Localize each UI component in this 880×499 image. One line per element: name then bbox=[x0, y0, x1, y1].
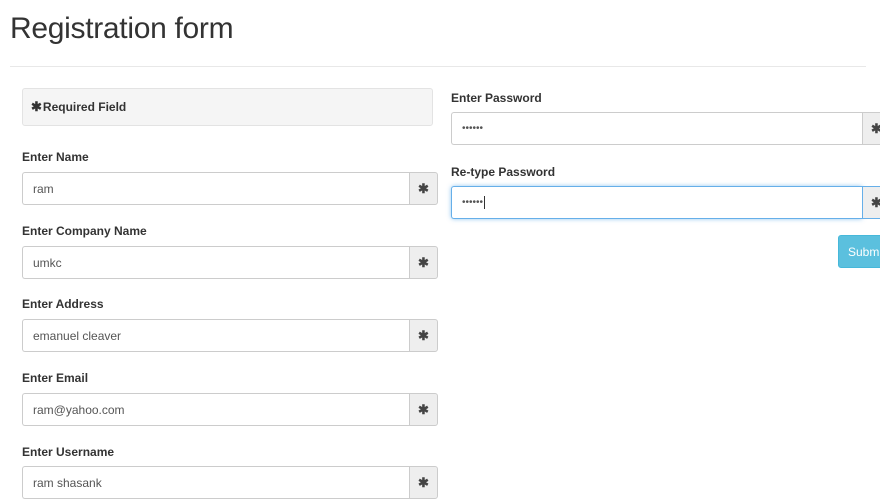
required-asterisk-icon: ✱ bbox=[409, 393, 438, 426]
required-asterisk-icon: ✱ bbox=[409, 172, 438, 205]
name-input[interactable] bbox=[22, 172, 409, 205]
retype-password-input[interactable]: •••••• bbox=[451, 186, 862, 219]
required-asterisk-icon: ✱ bbox=[862, 186, 880, 219]
required-asterisk-icon: ✱ bbox=[31, 99, 42, 114]
address-label: Enter Address bbox=[22, 297, 104, 311]
company-name-label: Enter Company Name bbox=[22, 224, 147, 238]
text-caret bbox=[484, 196, 486, 209]
username-field-group: ✱ bbox=[22, 466, 438, 499]
username-input[interactable] bbox=[22, 466, 409, 499]
password-value: •••••• bbox=[462, 123, 484, 134]
required-asterisk-icon: ✱ bbox=[862, 112, 880, 145]
username-label: Enter Username bbox=[22, 445, 115, 459]
email-field-group: ✱ bbox=[22, 393, 438, 426]
name-field-group: ✱ bbox=[22, 172, 438, 205]
company-name-input[interactable] bbox=[22, 246, 409, 279]
password-input[interactable]: •••••• bbox=[451, 112, 862, 145]
page-title: Registration form bbox=[10, 12, 234, 45]
retype-password-value: •••••• bbox=[462, 197, 484, 208]
retype-password-label: Re-type Password bbox=[451, 165, 556, 179]
address-input[interactable] bbox=[22, 319, 409, 352]
required-asterisk-icon: ✱ bbox=[409, 319, 438, 352]
required-field-text: Required Field bbox=[42, 100, 127, 114]
required-asterisk-icon: ✱ bbox=[409, 466, 438, 499]
submit-button[interactable]: Submit bbox=[838, 235, 880, 268]
password-label: Enter Password bbox=[451, 91, 542, 105]
email-input[interactable] bbox=[22, 393, 409, 426]
email-label: Enter Email bbox=[22, 371, 89, 385]
company-name-field-group: ✱ bbox=[22, 246, 438, 279]
password-field-group: •••••• ✱ bbox=[451, 112, 880, 145]
address-field-group: ✱ bbox=[22, 319, 438, 352]
name-label: Enter Name bbox=[22, 150, 89, 164]
retype-password-field-group: •••••• ✱ bbox=[451, 186, 880, 219]
divider bbox=[10, 66, 866, 67]
required-field-note: ✱ Required Field bbox=[22, 88, 433, 126]
required-asterisk-icon: ✱ bbox=[409, 246, 438, 279]
